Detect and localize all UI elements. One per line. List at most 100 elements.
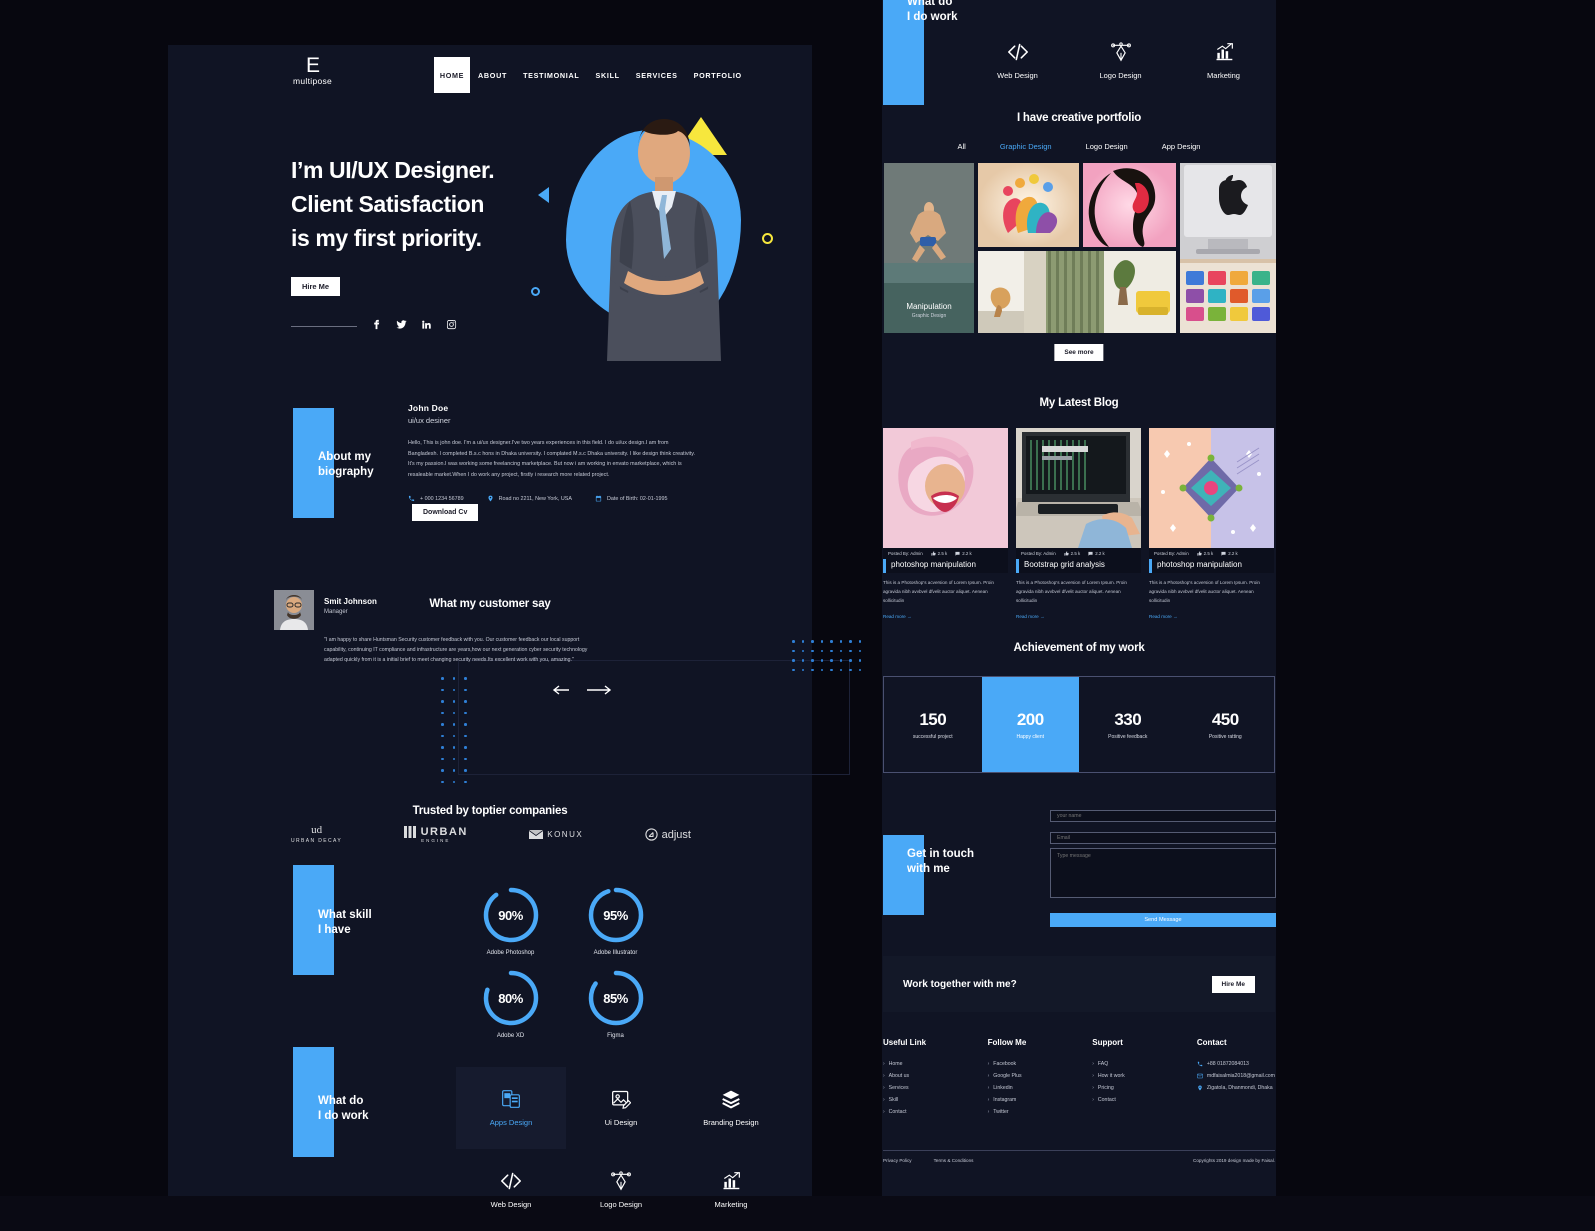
service-web-design-r[interactable]: Web Design [966,20,1069,102]
footer-contact-location[interactable]: Zigatola, Dhanmondi, Dhaka [1197,1085,1275,1091]
footer-link[interactable]: › Home [883,1061,988,1067]
portfolio-tab-all[interactable]: All [958,142,966,151]
blog-list: Posted By: Admin 2.5 k 2.2 k photoshop m… [883,428,1275,623]
skill-adobe-xd: 80% Adobe XD [468,968,553,1039]
contact-form: Send Message [1050,804,1276,927]
hire-me-button[interactable]: Hire Me [291,277,341,296]
footer-bottom-links: Privacy Policy Terms & Conditions [883,1158,973,1163]
service-label: Web Design [997,71,1038,80]
skill-value: 90% [498,907,523,923]
instagram-icon[interactable] [446,317,457,335]
pen-tool-icon [1110,42,1131,62]
download-cv-button[interactable]: Download Cv [412,504,479,521]
next-arrow-icon[interactable] [586,685,612,695]
footer-link[interactable]: › Pricing [1092,1085,1197,1091]
stat-number: 330 [1114,709,1142,729]
footer-link[interactable]: › Twitter [988,1109,1093,1115]
stat-successful-project: 150 successful project [884,677,982,772]
portfolio-item-imac[interactable] [1180,163,1276,333]
prev-arrow-icon[interactable] [552,685,570,695]
footer-link[interactable]: › Contact [883,1109,988,1115]
see-more-button[interactable]: See more [1054,344,1104,361]
nav-item-home[interactable]: HOME [434,57,470,93]
blog-read-more-link[interactable]: Read more → [1016,614,1045,619]
nav-item-testimonial[interactable]: TESTIMONIAL [515,57,587,93]
portfolio-item-title: Manipulation [906,302,952,311]
blog-post-title[interactable]: Bootstrap grid analysis [1016,559,1141,573]
chevron-right-icon: › [883,1097,885,1103]
portfolio-item-hair[interactable] [1083,163,1176,247]
footer-link[interactable]: › FAQ [1092,1061,1197,1067]
blog-read-more-link[interactable]: Read more → [883,614,912,619]
linkedin-icon[interactable] [421,317,432,335]
blog-card[interactable]: Posted By: Admin 2.5 k 2.2 k photoshop m… [1149,428,1274,623]
about-address-text: Road no 2211, New York, USA [498,495,572,502]
blog-thumbnail [883,428,1008,548]
brand-adjust: adjust [644,828,691,841]
calendar-icon [595,495,602,502]
portfolio-item-colorful[interactable] [978,163,1079,247]
footer-link[interactable]: › About us [883,1073,988,1079]
footer-contact-phone[interactable]: +88 01872084013 [1197,1061,1275,1067]
service-web-design[interactable]: Web Design [456,1149,566,1231]
page-column-right: What do I do work Web Design Logo Design… [882,0,1276,1196]
portfolio-tab-graphic-design[interactable]: Graphic Design [1000,142,1052,151]
bar-chart-icon [1216,43,1233,61]
portfolio-tab-logo-design[interactable]: Logo Design [1086,142,1128,151]
portfolio-item-interior[interactable] [978,251,1176,333]
nav-item-about[interactable]: ABOUT [470,57,515,93]
send-message-button[interactable]: Send Message [1050,913,1276,927]
footer-contact-email[interactable]: mdfaisalmia2018@gmail.com [1197,1073,1275,1079]
footer-link[interactable]: › Instagram [988,1097,1093,1103]
twitter-icon[interactable] [396,317,407,335]
about-address: Road no 2211, New York, USA [487,495,572,502]
code-brackets-icon [501,1172,521,1190]
service-logo-design-r[interactable]: Logo Design [1069,20,1172,102]
portfolio-thumb [1083,163,1176,247]
chevron-right-icon: › [1092,1073,1094,1079]
skills-heading: What skill I have [318,908,372,938]
facebook-icon[interactable] [371,317,382,335]
brands-title: Trusted by toptier companies [412,805,568,817]
footer-link[interactable]: › Google Plus [988,1073,1093,1079]
service-label: Logo Design [599,1200,643,1209]
blog-card[interactable]: Posted By: Admin 2.5 k 2.2 k photoshop m… [883,428,1008,623]
blog-post-title[interactable]: photoshop manipulation [1149,559,1274,573]
service-marketing[interactable]: Marketing [676,1149,786,1231]
footer-link[interactable]: › Linkedin [988,1085,1093,1091]
footer-link[interactable]: › Facebook [988,1061,1093,1067]
blog-post-title[interactable]: photoshop manipulation [883,559,1008,573]
service-branding-design[interactable]: Branding Design [676,1067,786,1149]
about-dob: Date of Birth: 02-01-1995 [595,495,668,502]
footer-link[interactable]: › How it work [1092,1073,1197,1079]
blog-card[interactable]: Posted By: Admin 2.5 k 2.2 k Bootstrap g… [1016,428,1141,623]
email-input[interactable] [1050,832,1276,844]
footer-bottom-bar: Privacy Policy Terms & Conditions Copyri… [883,1150,1275,1163]
code-brackets-icon [1007,43,1028,61]
service-logo-design[interactable]: Logo Design [566,1149,676,1231]
footer-link[interactable]: › Skill [883,1097,988,1103]
privacy-policy-link[interactable]: Privacy Policy [883,1158,912,1163]
nav-item-services[interactable]: SERVICES [628,57,686,93]
nav-item-portfolio[interactable]: PORTFOLIO [686,57,750,93]
service-label: Ui Design [604,1118,638,1127]
testimonial-nav [552,685,612,695]
portfolio-tab-app-design[interactable]: App Design [1162,142,1201,151]
progress-ring: 85% [586,968,646,1028]
footer-link[interactable]: › Contact [1092,1097,1197,1103]
hire-me-button-footer[interactable]: Hire Me [1211,975,1255,993]
blog-read-more-link[interactable]: Read more → [1149,614,1178,619]
service-ui-design[interactable]: Ui Design [566,1067,676,1149]
hero-line-1: I’m UI/UX Designer. [291,157,495,183]
nav-item-skill[interactable]: SKILL [587,57,627,93]
name-input[interactable] [1050,810,1276,822]
service-apps-design[interactable]: Apps Design [456,1067,566,1149]
message-textarea[interactable] [1050,848,1276,898]
portfolio-item-manipulation[interactable]: Manipulation Graphic Design [884,163,974,333]
footer-link[interactable]: › Services [883,1085,988,1091]
terms-conditions-link[interactable]: Terms & Conditions [934,1158,974,1163]
hero-illustration [531,105,788,365]
service-marketing-r[interactable]: Marketing [1172,20,1275,102]
testimonial-card: Smit Johnson Manager "I am happy to shar… [274,590,694,695]
logo[interactable]: E multipose [293,55,332,86]
